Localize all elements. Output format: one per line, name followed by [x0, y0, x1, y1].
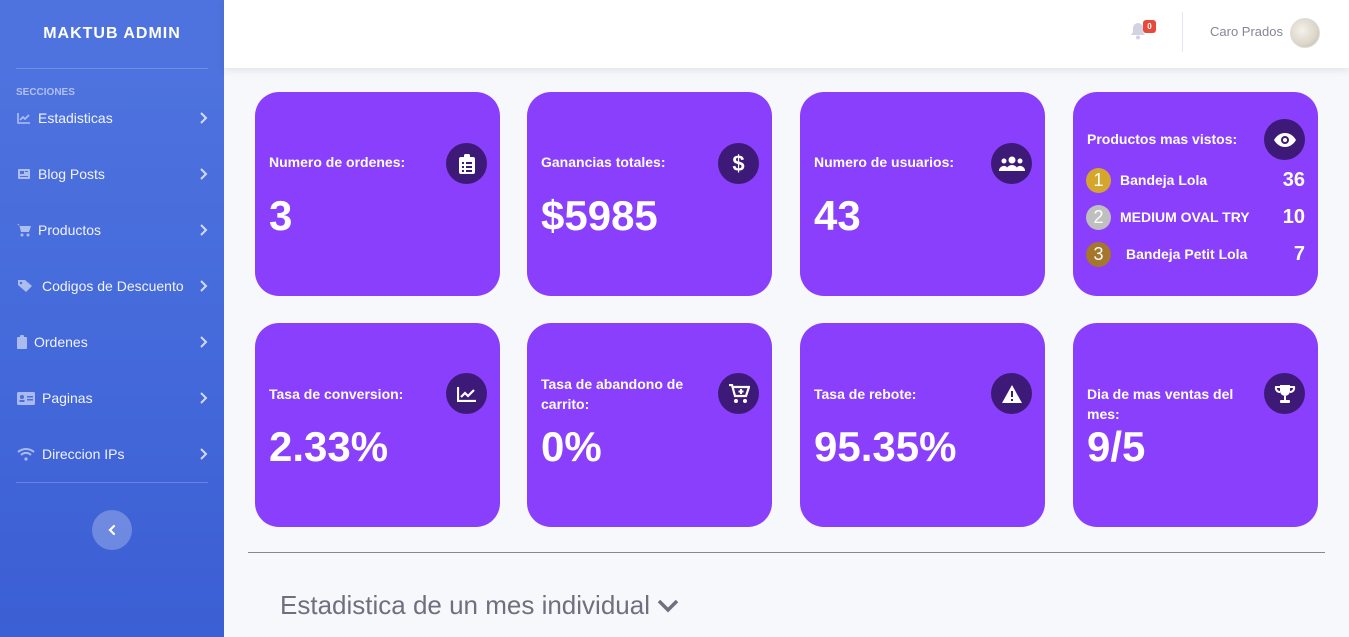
- sidebar-item-label: Codigos de Descuento: [42, 278, 184, 294]
- user-name[interactable]: Caro Prados: [1210, 24, 1283, 39]
- newspaper-icon: [16, 167, 32, 181]
- cart-plus-icon: [718, 373, 759, 414]
- sidebar-toggle-button[interactable]: [92, 510, 132, 550]
- chevron-right-icon: [200, 224, 208, 236]
- product-name: MEDIUM OVAL TRY: [1120, 209, 1250, 225]
- earnings-card: Ganancias totales: $5985 $: [527, 92, 772, 296]
- trophy-icon: [1264, 373, 1305, 414]
- orders-card: Numero de ordenes: 3: [255, 92, 500, 296]
- sidebar-item-label: Productos: [38, 222, 102, 238]
- chevron-right-icon: [200, 112, 208, 124]
- card-label: Tasa de abandono de carrito:: [541, 376, 684, 412]
- card-value: 43: [814, 192, 861, 239]
- clipboard-list-icon: [446, 143, 487, 184]
- sidebar-item-label: Estadisticas: [38, 110, 113, 126]
- card-value: 3: [269, 192, 293, 239]
- view-count: 7: [1293, 242, 1305, 265]
- card-label: Tasa de conversion:: [269, 386, 404, 402]
- product-name: Bandeja Lola: [1120, 172, 1208, 188]
- chevron-right-icon: [200, 280, 208, 292]
- wifi-icon: [16, 447, 36, 461]
- users-icon: [991, 143, 1032, 184]
- card-value: 0%: [541, 423, 602, 470]
- topbar-divider: [1182, 12, 1183, 52]
- users-card: Numero de usuarios: 43: [800, 92, 1045, 296]
- topbar: 0 Caro Prados: [224, 0, 1349, 68]
- notification-count-badge: 0: [1143, 20, 1156, 33]
- sidebar-item-blog-posts[interactable]: Blog Posts: [0, 146, 224, 202]
- brand-title[interactable]: MAKTUB ADMIN: [0, 0, 224, 68]
- view-count: 36: [1282, 168, 1305, 191]
- card-label: Ganancias totales:: [541, 154, 666, 170]
- card-label: Numero de usuarios:: [814, 154, 955, 170]
- gold-medal-icon: 1: [1086, 167, 1111, 193]
- view-count: 10: [1282, 205, 1305, 228]
- exclamation-triangle-icon: [991, 373, 1032, 414]
- top-products-card: Productos mas vistos: 1 Bandeja Lola 36 …: [1073, 92, 1318, 296]
- top-product-row[interactable]: 1 Bandeja Lola 36: [1086, 167, 1305, 193]
- clipboard-icon: [16, 335, 28, 349]
- card-value: $5985: [541, 192, 658, 239]
- chart-line-icon: [446, 373, 487, 414]
- sidebar-divider: [16, 482, 208, 483]
- bounce-rate-card: Tasa de rebote: 95.35%: [800, 323, 1045, 527]
- sidebar-item-direccion-ips[interactable]: Direccion IPs: [0, 426, 224, 482]
- card-value: 9/5: [1087, 423, 1146, 470]
- tags-icon: [16, 279, 36, 293]
- sidebar-item-productos[interactable]: Productos: [0, 202, 224, 258]
- top-product-row[interactable]: 2 MEDIUM OVAL TRY 10: [1086, 204, 1305, 230]
- avatar[interactable]: [1290, 18, 1320, 48]
- best-day-card: Dia de mas ventas del mes: 9/5: [1073, 323, 1318, 527]
- cart-abandon-card: Tasa de abandono de carrito: 0%: [527, 323, 772, 527]
- eye-icon: [1264, 119, 1305, 160]
- top-product-row[interactable]: 3 Bandeja Petit Lola 7: [1086, 241, 1305, 267]
- chevron-down-icon: [657, 599, 679, 612]
- chevron-right-icon: [200, 392, 208, 404]
- conversion-card: Tasa de conversion: 2.33%: [255, 323, 500, 527]
- card-label: Dia de mas ventas del mes:: [1087, 386, 1234, 422]
- id-card-icon: [16, 391, 36, 405]
- shopping-cart-icon: [16, 223, 32, 237]
- bronze-medal-icon: 3: [1086, 241, 1111, 267]
- sidebar-item-label: Paginas: [42, 390, 93, 406]
- sidebar: MAKTUB ADMIN SECCIONES Estadisticas Blog…: [0, 0, 224, 637]
- silver-medal-icon: 2: [1086, 204, 1111, 230]
- sidebar-item-paginas[interactable]: Paginas: [0, 370, 224, 426]
- card-value: 95.35%: [814, 423, 957, 470]
- dollar-sign-icon: $: [718, 143, 759, 184]
- product-name: Bandeja Petit Lola: [1126, 246, 1248, 262]
- sidebar-item-label: Direccion IPs: [42, 446, 125, 462]
- card-label: Tasa de rebote:: [814, 386, 917, 402]
- sidebar-item-estadisticas[interactable]: Estadisticas: [0, 90, 224, 146]
- sidebar-item-label: Blog Posts: [38, 166, 105, 182]
- chevron-right-icon: [200, 168, 208, 180]
- section-title: Estadistica de un mes individual: [280, 590, 650, 620]
- card-value: 2.33%: [269, 423, 389, 470]
- card-label: Productos mas vistos:: [1087, 131, 1238, 147]
- month-stats-toggle[interactable]: Estadistica de un mes individual: [280, 590, 680, 621]
- chevron-left-icon: [108, 524, 116, 536]
- chevron-right-icon: [200, 448, 208, 460]
- chart-area-icon: [16, 111, 32, 125]
- sidebar-item-label: Ordenes: [34, 334, 88, 350]
- sidebar-item-codigos-descuento[interactable]: Codigos de Descuento: [0, 258, 224, 314]
- sidebar-item-ordenes[interactable]: Ordenes: [0, 314, 224, 370]
- card-label: Numero de ordenes:: [269, 154, 406, 170]
- section-divider: [248, 552, 1325, 553]
- chevron-right-icon: [200, 336, 208, 348]
- notifications-button[interactable]: 0: [1130, 20, 1156, 44]
